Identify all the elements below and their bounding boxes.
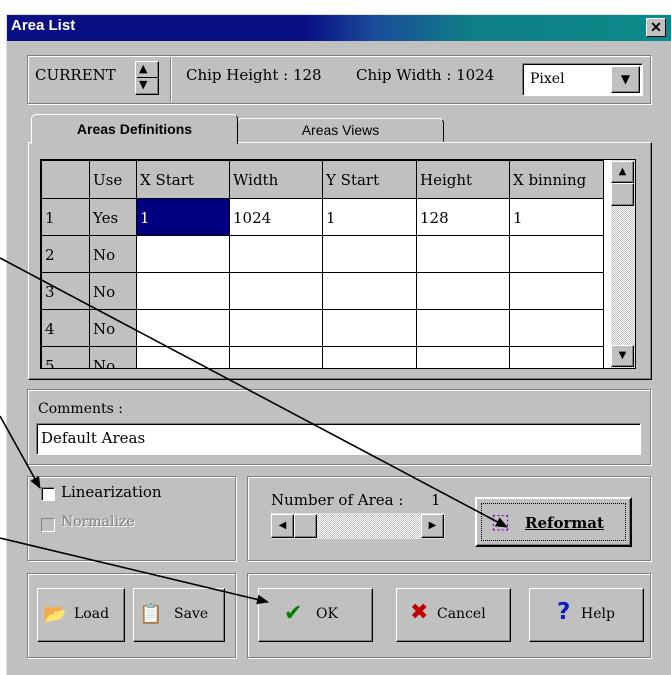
arrow-to-reformat [0,257,508,528]
tab-areas-definitions[interactable]: Areas Definitions [31,114,238,144]
tab-areas-definitions-label: Areas Definitions [76,121,193,137]
arrow-to-linearization [0,415,41,489]
arrow-to-ok [0,537,269,605]
annotation-arrows [0,257,508,605]
